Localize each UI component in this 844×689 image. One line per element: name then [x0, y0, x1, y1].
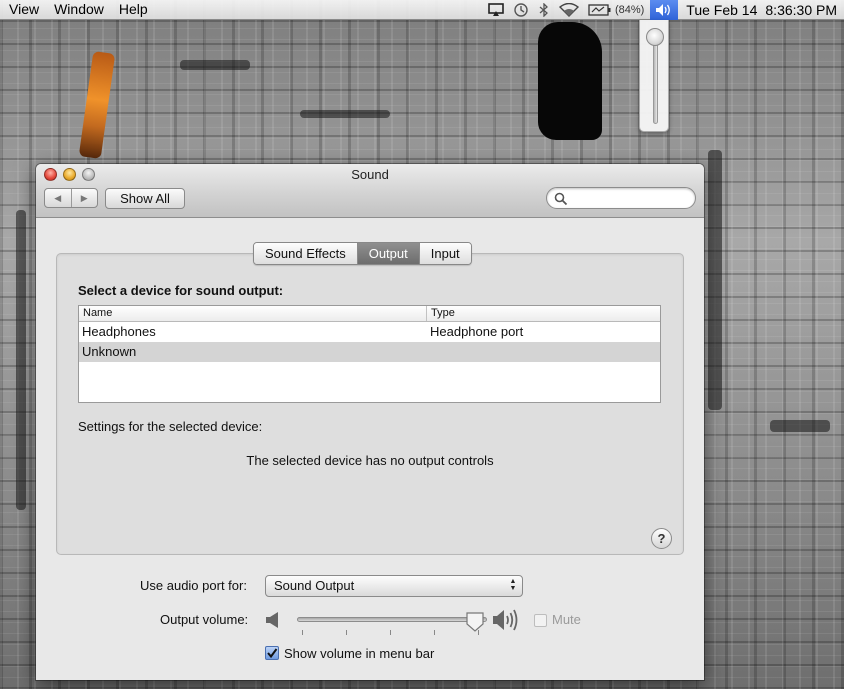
- clock-time: 8:36:30 PM: [765, 1, 837, 18]
- wallpaper-crack: [708, 150, 722, 410]
- search-icon: [554, 192, 568, 206]
- show-all-button[interactable]: Show All: [105, 188, 185, 209]
- menu-window[interactable]: Window: [54, 0, 104, 19]
- device-settings-label: Settings for the selected device:: [78, 419, 263, 434]
- audio-port-label: Use audio port for:: [140, 578, 247, 593]
- tab-input[interactable]: Input: [418, 243, 471, 264]
- volume-menu-slider-track[interactable]: [653, 36, 658, 124]
- device-name: Headphones: [82, 324, 156, 339]
- volume-menu-icon[interactable]: [650, 0, 679, 20]
- back-forward-control: ◀ ▶: [44, 188, 98, 208]
- tab-bar: Sound Effects Output Input: [253, 242, 472, 265]
- battery-percent: (84%): [614, 3, 645, 16]
- column-header-name[interactable]: Name: [79, 306, 427, 321]
- show-volume-checkbox[interactable]: [265, 646, 279, 660]
- back-button[interactable]: ◀: [45, 189, 71, 207]
- menu-bar: View Window Help (84%) Tue Feb 14 8:36:30…: [0, 0, 844, 20]
- sound-preferences-window: Sound ◀ ▶ Show All Sound Effects Output …: [36, 164, 704, 680]
- search-field[interactable]: [546, 187, 696, 209]
- mute-checkbox[interactable]: [534, 614, 547, 627]
- search-input[interactable]: [571, 190, 689, 206]
- slider-tick: [434, 630, 435, 635]
- back-arrow-icon: ◀: [54, 192, 62, 203]
- column-header-type[interactable]: Type: [427, 306, 455, 321]
- mute-label: Mute: [552, 612, 581, 627]
- audio-port-popup[interactable]: Sound Output ▲ ▼: [265, 575, 523, 597]
- menu-clock[interactable]: Tue Feb 14 8:36:30 PM: [686, 1, 837, 20]
- device-type: [427, 342, 430, 362]
- no-controls-message: The selected device has no output contro…: [246, 453, 494, 468]
- time-machine-icon[interactable]: [513, 1, 529, 20]
- menu-view[interactable]: View: [9, 0, 39, 19]
- output-volume-knob[interactable]: [465, 611, 485, 633]
- airplay-icon[interactable]: [488, 1, 504, 20]
- slider-tick: [390, 630, 391, 635]
- output-volume-slider[interactable]: [297, 617, 487, 622]
- help-button[interactable]: ?: [651, 528, 672, 549]
- slider-tick: [302, 630, 303, 635]
- wifi-icon[interactable]: [558, 1, 579, 20]
- wallpaper-crack: [180, 60, 250, 70]
- device-name: Unknown: [82, 344, 137, 359]
- wallpaper-hole: [538, 22, 602, 140]
- speaker-high-icon: [493, 609, 518, 631]
- wallpaper-ember: [78, 50, 116, 160]
- output-device-table: Name Type Headphones Headphone port Unkn…: [78, 305, 661, 403]
- table-row[interactable]: Unknown: [79, 342, 660, 362]
- forward-button[interactable]: ▶: [70, 189, 98, 207]
- output-panel: Select a device for sound output: Name T…: [56, 253, 684, 555]
- window-title: Sound: [351, 167, 389, 182]
- window-toolbar: Sound ◀ ▶ Show All: [36, 164, 704, 218]
- slider-tick: [346, 630, 347, 635]
- speaker-low-icon: [266, 612, 278, 628]
- wallpaper-crack: [770, 420, 830, 432]
- bluetooth-icon[interactable]: [538, 1, 550, 20]
- battery-icon[interactable]: (84%): [588, 1, 644, 20]
- show-volume-label: Show volume in menu bar: [284, 646, 435, 661]
- output-volume-label: Output volume:: [160, 612, 249, 627]
- wallpaper-crack: [16, 210, 26, 510]
- tab-sound-effects[interactable]: Sound Effects: [254, 243, 357, 264]
- clock-date: Tue Feb 14: [686, 1, 758, 18]
- table-header: Name Type: [79, 306, 660, 322]
- audio-port-value: Sound Output: [274, 578, 355, 593]
- menu-help[interactable]: Help: [119, 0, 148, 19]
- device-type: Headphone port: [430, 324, 524, 339]
- output-device-heading: Select a device for sound output:: [78, 283, 284, 298]
- table-row[interactable]: Headphones Headphone port: [79, 322, 660, 342]
- volume-menu-slider-knob[interactable]: [646, 28, 664, 46]
- forward-arrow-icon: ▶: [80, 192, 88, 203]
- volume-menu-dropdown: [639, 20, 669, 132]
- popup-arrows-icon: ▲ ▼: [509, 578, 517, 592]
- wallpaper-crack: [300, 110, 390, 118]
- checkmark-icon: [267, 648, 278, 659]
- tab-output[interactable]: Output: [356, 243, 419, 264]
- volume-slider-ticks: [302, 630, 482, 636]
